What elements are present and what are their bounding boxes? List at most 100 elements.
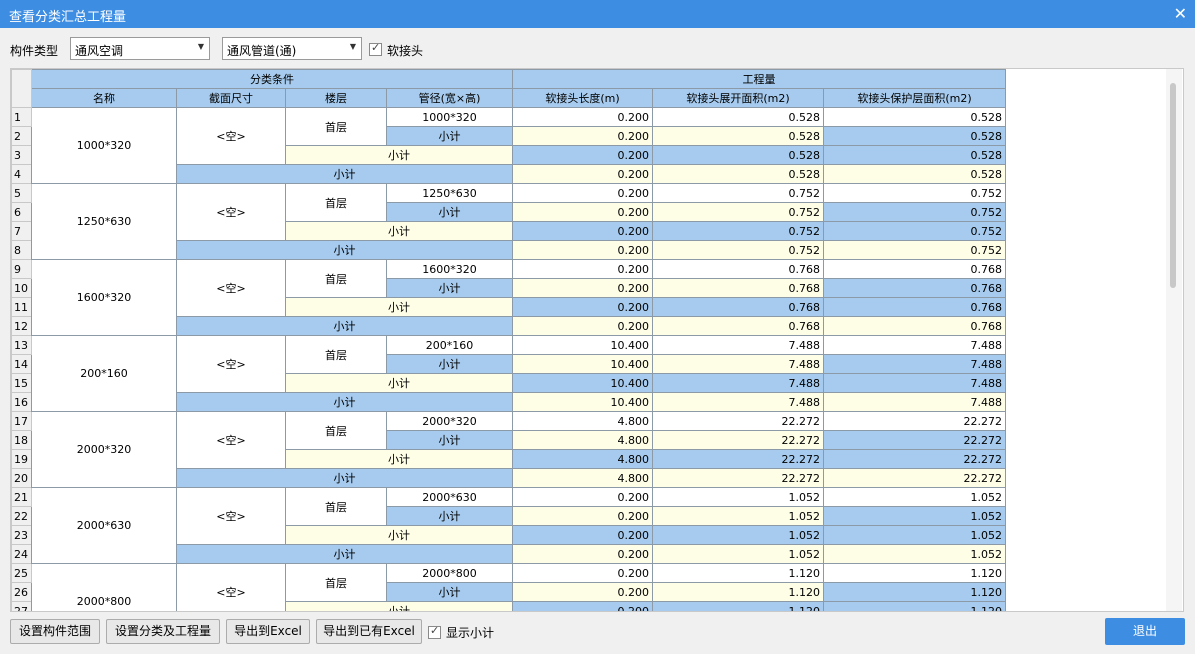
- cell-section[interactable]: <空>: [176, 183, 286, 241]
- cell-length[interactable]: 0.200: [512, 107, 653, 127]
- show-subtotal-checkbox[interactable]: ✓: [428, 624, 441, 639]
- row-number[interactable]: 17: [11, 411, 32, 431]
- cell-floor[interactable]: 首层: [285, 487, 387, 526]
- cell-length[interactable]: 0.200: [512, 506, 653, 526]
- cell-floor[interactable]: 首层: [285, 563, 387, 602]
- cell-protect-area[interactable]: 7.488: [823, 392, 1006, 412]
- cell-diameter[interactable]: 1250*630: [386, 183, 513, 203]
- summary-grid[interactable]: 分类条件 工程量 名称 截面尺寸 楼层 管径(宽×高) 软接头长度(m) 软接头展开面积(m2…: [10, 68, 1184, 612]
- cell-protect-area[interactable]: 0.752: [823, 183, 1006, 203]
- cell-area[interactable]: 0.752: [652, 221, 824, 241]
- column-header[interactable]: 软接头长度(m): [512, 88, 653, 108]
- cell-area[interactable]: 22.272: [652, 411, 824, 431]
- cell-area[interactable]: 22.272: [652, 449, 824, 469]
- cell-length[interactable]: 10.400: [512, 354, 653, 374]
- row-number[interactable]: 23: [11, 525, 32, 545]
- cell-protect-area[interactable]: 22.272: [823, 449, 1006, 469]
- cell-length[interactable]: 0.200: [512, 278, 653, 298]
- set-range-button[interactable]: 设置构件范围: [10, 619, 100, 644]
- cell-protect-area[interactable]: 0.768: [823, 278, 1006, 298]
- cell-subtotal-label[interactable]: 小计: [285, 449, 513, 469]
- soft-joint-checkbox[interactable]: ✓: [369, 41, 382, 56]
- cell-floor[interactable]: 首层: [285, 183, 387, 222]
- export-excel-button[interactable]: 导出到Excel: [226, 619, 310, 644]
- cell-floor[interactable]: 首层: [285, 259, 387, 298]
- cell-area[interactable]: 0.768: [652, 316, 824, 336]
- column-header[interactable]: 软接头保护层面积(m2): [823, 88, 1006, 108]
- cell-name[interactable]: 2000*320: [31, 411, 177, 488]
- cell-area[interactable]: 22.272: [652, 468, 824, 488]
- cell-area[interactable]: 7.488: [652, 354, 824, 374]
- cell-length[interactable]: 0.200: [512, 487, 653, 507]
- cell-length[interactable]: 10.400: [512, 373, 653, 393]
- set-classify-button[interactable]: 设置分类及工程量: [106, 619, 220, 644]
- cell-area[interactable]: 1.120: [652, 582, 824, 602]
- cell-length[interactable]: 0.200: [512, 316, 653, 336]
- cell-area[interactable]: 1.120: [652, 563, 824, 583]
- cell-length[interactable]: 0.200: [512, 297, 653, 317]
- cell-protect-area[interactable]: 1.120: [823, 601, 1006, 611]
- cell-length[interactable]: 0.200: [512, 183, 653, 203]
- table-row[interactable]: 13 200*160 <空> 首层 200*160 10.400 7.488 7.488: [11, 335, 1006, 412]
- cell-subtotal-label[interactable]: 小计: [386, 582, 513, 602]
- cell-subtotal-label[interactable]: 小计: [176, 468, 513, 488]
- row-number[interactable]: 10: [11, 278, 32, 298]
- cell-name[interactable]: 2000*630: [31, 487, 177, 564]
- cell-length[interactable]: 10.400: [512, 392, 653, 412]
- cell-length[interactable]: 0.200: [512, 240, 653, 260]
- close-icon[interactable]: ✕: [1174, 4, 1187, 23]
- row-number[interactable]: 13: [11, 335, 32, 355]
- cell-name[interactable]: 200*160: [31, 335, 177, 412]
- cell-length[interactable]: 0.200: [512, 202, 653, 222]
- cell-protect-area[interactable]: 1.052: [823, 525, 1006, 545]
- cell-area[interactable]: 0.528: [652, 107, 824, 127]
- export-existing-excel-button[interactable]: 导出到已有Excel: [316, 619, 422, 644]
- row-number[interactable]: 26: [11, 582, 32, 602]
- cell-protect-area[interactable]: 1.120: [823, 563, 1006, 583]
- row-number[interactable]: 14: [11, 354, 32, 374]
- table-row[interactable]: 5 1250*630 <空> 首层 1250*630 0.200 0.752 0.752: [11, 183, 1006, 260]
- cell-protect-area[interactable]: 1.052: [823, 506, 1006, 526]
- exit-button[interactable]: 退出: [1105, 618, 1185, 645]
- cell-protect-area[interactable]: 22.272: [823, 411, 1006, 431]
- cell-length[interactable]: 0.200: [512, 582, 653, 602]
- cell-area[interactable]: 7.488: [652, 335, 824, 355]
- table-row[interactable]: 9 1600*320 <空> 首层 1600*320 0.200 0.768 0.768: [11, 259, 1006, 336]
- cell-protect-area[interactable]: 22.272: [823, 468, 1006, 488]
- cell-length[interactable]: 0.200: [512, 259, 653, 279]
- cell-protect-area[interactable]: 0.752: [823, 240, 1006, 260]
- cell-protect-area[interactable]: 0.528: [823, 107, 1006, 127]
- column-header[interactable]: 截面尺寸: [176, 88, 286, 108]
- cell-diameter[interactable]: 200*160: [386, 335, 513, 355]
- cell-area[interactable]: 0.752: [652, 202, 824, 222]
- row-number[interactable]: 19: [11, 449, 32, 469]
- row-number[interactable]: 12: [11, 316, 32, 336]
- cell-subtotal-label[interactable]: 小计: [285, 145, 513, 165]
- cell-diameter[interactable]: 2000*800: [386, 563, 513, 583]
- cell-diameter[interactable]: 2000*630: [386, 487, 513, 507]
- cell-protect-area[interactable]: 7.488: [823, 354, 1006, 374]
- cell-subtotal-label[interactable]: 小计: [285, 373, 513, 393]
- row-number[interactable]: 22: [11, 506, 32, 526]
- cell-length[interactable]: 0.200: [512, 563, 653, 583]
- cell-protect-area[interactable]: 0.752: [823, 221, 1006, 241]
- cell-section[interactable]: <空>: [176, 411, 286, 469]
- cell-protect-area[interactable]: 1.120: [823, 582, 1006, 602]
- cell-length[interactable]: 0.200: [512, 126, 653, 146]
- cell-protect-area[interactable]: 7.488: [823, 373, 1006, 393]
- cell-protect-area[interactable]: 1.052: [823, 487, 1006, 507]
- row-number[interactable]: 3: [11, 145, 32, 165]
- cell-subtotal-label[interactable]: 小计: [386, 278, 513, 298]
- table-row[interactable]: 21 2000*630 <空> 首层 2000*630 0.200 1.052 1.052: [11, 487, 1006, 564]
- component-select[interactable]: 通风管道(通) ▼: [222, 37, 362, 60]
- cell-protect-area[interactable]: 7.488: [823, 335, 1006, 355]
- cell-protect-area[interactable]: 22.272: [823, 430, 1006, 450]
- cell-area[interactable]: 7.488: [652, 392, 824, 412]
- cell-area[interactable]: 1.052: [652, 506, 824, 526]
- cell-section[interactable]: <空>: [176, 487, 286, 545]
- cell-length[interactable]: 0.200: [512, 544, 653, 564]
- column-header[interactable]: 管径(宽×高): [386, 88, 513, 108]
- cell-area[interactable]: 0.752: [652, 183, 824, 203]
- cell-length[interactable]: 10.400: [512, 335, 653, 355]
- cell-subtotal-label[interactable]: 小计: [386, 430, 513, 450]
